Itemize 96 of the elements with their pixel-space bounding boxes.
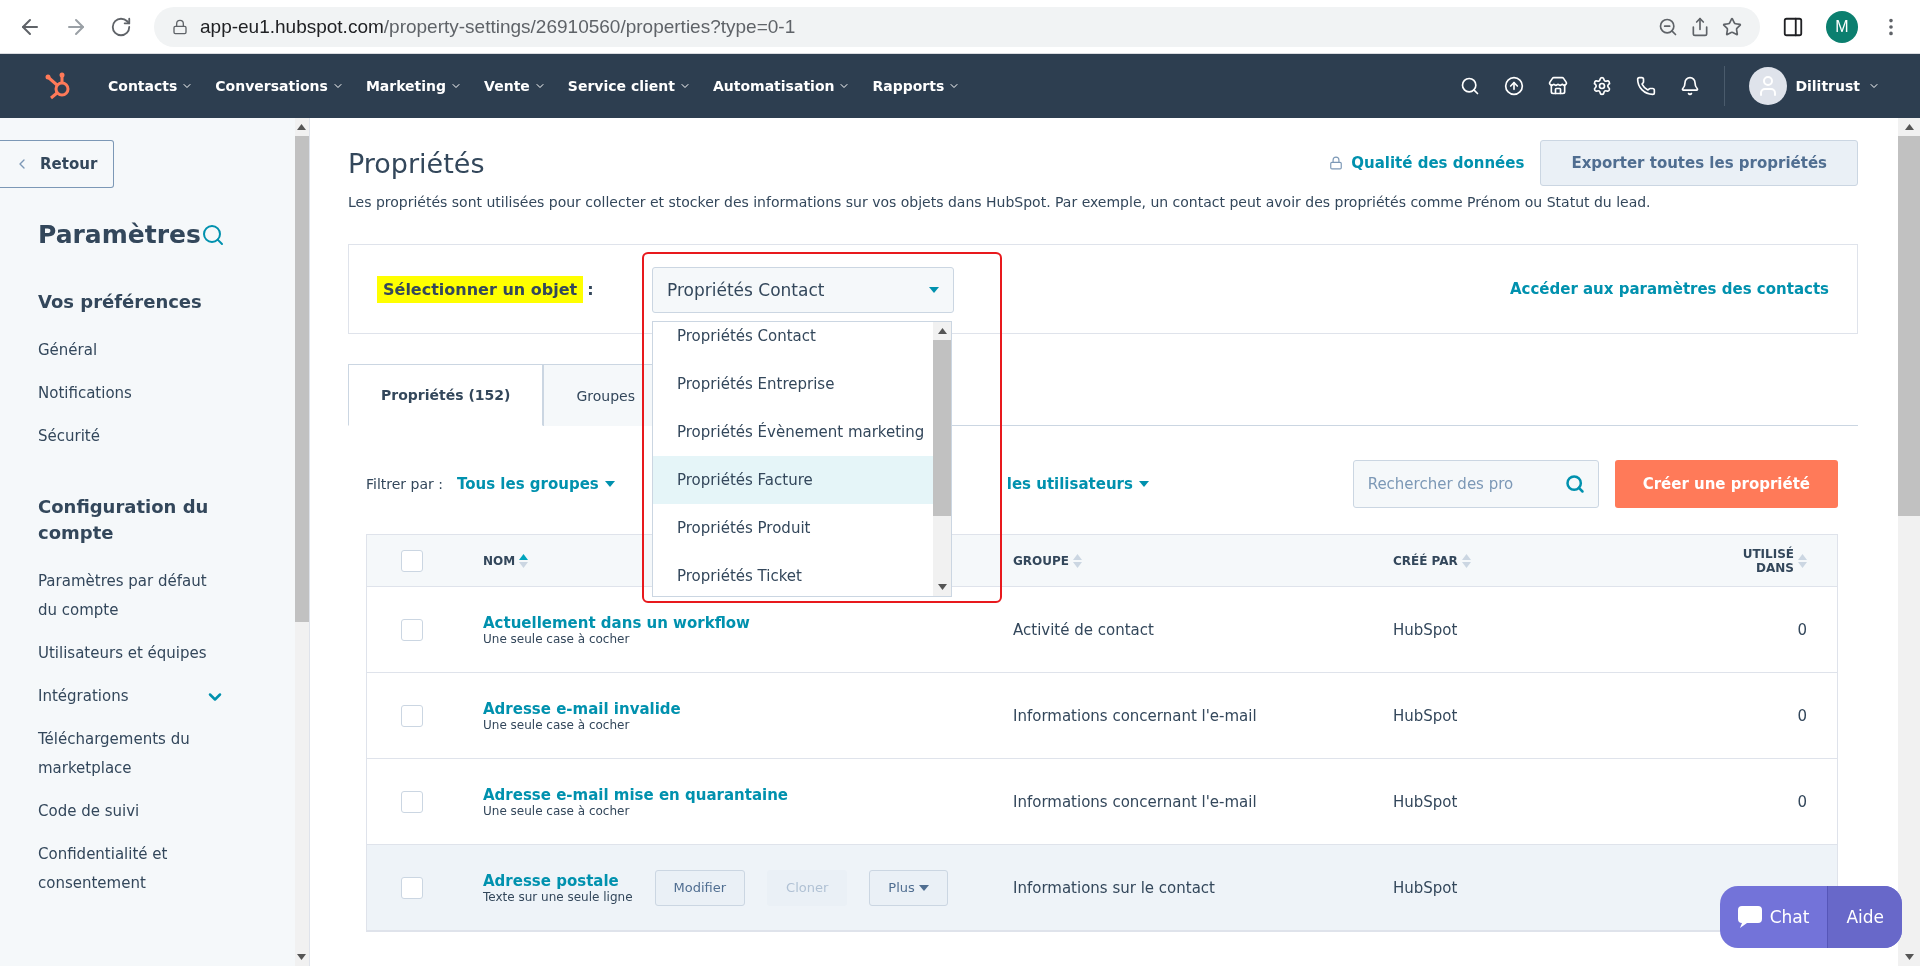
export-button[interactable]: Exporter toutes les propriétés [1540, 140, 1858, 186]
scroll-down-arrow-icon[interactable] [297, 954, 307, 960]
table-cell-text: HubSpot [1392, 792, 1459, 811]
table-cell-text: Informations concernant l'e-mail [1012, 792, 1258, 811]
table-cell-text: HubSpot [1392, 878, 1459, 897]
chat-bubble-icon [1737, 906, 1762, 928]
sidebar-item[interactable]: Utilisateurs et équipes [38, 632, 225, 675]
scrollbar[interactable] [933, 322, 951, 596]
row-checkbox[interactable] [401, 876, 423, 899]
page-title: Propriétés [348, 147, 485, 179]
row-checkbox[interactable] [401, 704, 423, 727]
filter-label: Filtrer par : [366, 476, 443, 492]
sidebar-item[interactable]: Confidentialité et consentement [38, 833, 225, 905]
table-cell-text: Informations concernant l'e-mail [1012, 706, 1258, 725]
dropdown-option[interactable]: Propriétés Facture [653, 456, 933, 504]
bookmark-star-icon[interactable] [1722, 16, 1742, 37]
section-heading: Vos préférences [38, 290, 203, 314]
column-header[interactable]: CRÉÉ PAR [1377, 553, 1717, 568]
contact-settings-link[interactable]: Accéder aux paramètres des contacts [1509, 280, 1829, 298]
scroll-down-arrow-icon[interactable] [937, 584, 947, 590]
search-field[interactable]: Rechercher des pro [1352, 460, 1599, 508]
help-button[interactable]: Aide [1827, 886, 1902, 948]
sidebar-item[interactable]: Code de suivi [38, 790, 225, 833]
sidebar-item[interactable]: Notifications [38, 372, 225, 415]
table-cell-text: 0 [1796, 792, 1808, 811]
table-cell-text: Informations sur le contact [1012, 878, 1216, 897]
property-type: Une seule case à cocher [483, 803, 631, 818]
scroll-down-arrow-icon[interactable] [1904, 954, 1914, 960]
sidebar-item[interactable]: Paramètres par défaut du compte [38, 560, 225, 632]
property-name-link[interactable]: Actuellement dans un workflow [483, 613, 750, 632]
data-quality-link[interactable]: Qualité des données [1329, 154, 1525, 172]
property-name-link[interactable]: Adresse e-mail mise en quarantaine [483, 785, 789, 804]
reload-icon[interactable] [110, 15, 132, 38]
caret-icon [604, 481, 615, 487]
property-type: Texte sur une seule ligne [483, 889, 633, 904]
group-filter-dropdown[interactable]: Tous les groupes [456, 475, 615, 493]
sort-icon[interactable] [519, 553, 529, 568]
nav-menu[interactable]: Contacts [108, 78, 194, 94]
property-type: Une seule case à cocher [483, 717, 631, 732]
caret-icon [929, 287, 939, 293]
column-header[interactable]: UTILISÉ DANS [1717, 546, 1837, 575]
caret-icon [918, 884, 929, 891]
user-filter-dropdown[interactable]: les utilisateurs [1006, 475, 1149, 493]
table-cell-text: 0 [1796, 706, 1808, 725]
tab[interactable]: Propriétés (152) [348, 364, 544, 426]
scroll-up-arrow-icon[interactable] [937, 328, 947, 334]
account-menu[interactable]: Dilitrust [1724, 66, 1880, 106]
more-menu-button[interactable]: Plus [869, 869, 948, 906]
select-all-checkbox[interactable] [401, 549, 423, 572]
sidebar-title: Paramètres [38, 220, 201, 249]
column-header[interactable]: NOM [467, 553, 997, 568]
zoom-out-icon[interactable] [1658, 16, 1678, 37]
section-heading: Configuration du compte [38, 495, 210, 545]
store-icon[interactable] [1548, 76, 1569, 96]
scroll-up-arrow-icon[interactable] [1904, 124, 1914, 130]
search-icon[interactable] [1460, 76, 1481, 96]
row-checkbox[interactable] [401, 790, 423, 813]
lock-icon [172, 18, 188, 35]
sidebar-item[interactable]: Général [38, 329, 225, 372]
caret-icon [1138, 481, 1149, 487]
share-icon[interactable] [1690, 16, 1710, 37]
sidebar-item[interactable]: Téléchargements du marketplace [38, 718, 225, 790]
table-cell-text: HubSpot [1392, 620, 1459, 639]
property-type: Une seule case à cocher [483, 631, 631, 646]
row-action-button[interactable]: Modifier [654, 869, 746, 906]
nav-menu[interactable]: Service client [567, 78, 691, 94]
scrollbar[interactable] [1898, 118, 1920, 966]
lock-icon [1329, 156, 1344, 170]
address-bar[interactable]: app-eu1.hubspot.com/property-settings/26910560/properties?type=0-1 [154, 6, 1760, 47]
upgrade-icon[interactable] [1504, 76, 1525, 96]
profile-avatar[interactable]: M [1826, 10, 1858, 43]
table-cell-text: Activité de contact [1012, 620, 1155, 639]
url-text: app-eu1.hubspot.com/property-settings/26910560/properties?type=0-1 [200, 15, 796, 38]
row-checkbox[interactable] [401, 618, 423, 641]
column-header[interactable]: GROUPE [997, 553, 1377, 568]
object-select[interactable]: Propriétés Contact [652, 267, 954, 313]
table-cell-text: 0 [1796, 620, 1808, 639]
scroll-up-arrow-icon[interactable] [297, 124, 307, 130]
settings-icon[interactable] [1592, 76, 1613, 96]
colon-text: : [587, 279, 594, 299]
table-cell-text: HubSpot [1392, 706, 1459, 725]
nav-menu[interactable]: Automatisation [712, 78, 851, 94]
scrollbar[interactable] [294, 118, 309, 966]
back-button[interactable]: Retour [0, 140, 115, 188]
nav-menu[interactable]: Vente [484, 78, 546, 94]
bell-icon[interactable] [1680, 76, 1701, 96]
property-name-link[interactable]: Adresse e-mail invalide [483, 699, 681, 718]
page-description: Les propriétés sont utilisées pour collecter et stocker des informations sur vos objets dans HubSpot. Par exemple, un contact peut avoir des propriétés comme Prénom ou Statut du lead. [348, 194, 1652, 210]
nav-menu[interactable]: Conversations [215, 78, 344, 94]
select-object-label: Sélectionner un objet [377, 275, 584, 303]
nav-menu[interactable]: Marketing [365, 78, 463, 94]
side-panel-icon[interactable] [1782, 15, 1804, 38]
nav-menu[interactable]: Rapports [872, 78, 961, 94]
sidebar-item[interactable]: Intégrations [38, 675, 225, 718]
sidebar-item[interactable]: Sécurité [38, 415, 225, 458]
phone-icon[interactable] [1636, 76, 1657, 96]
